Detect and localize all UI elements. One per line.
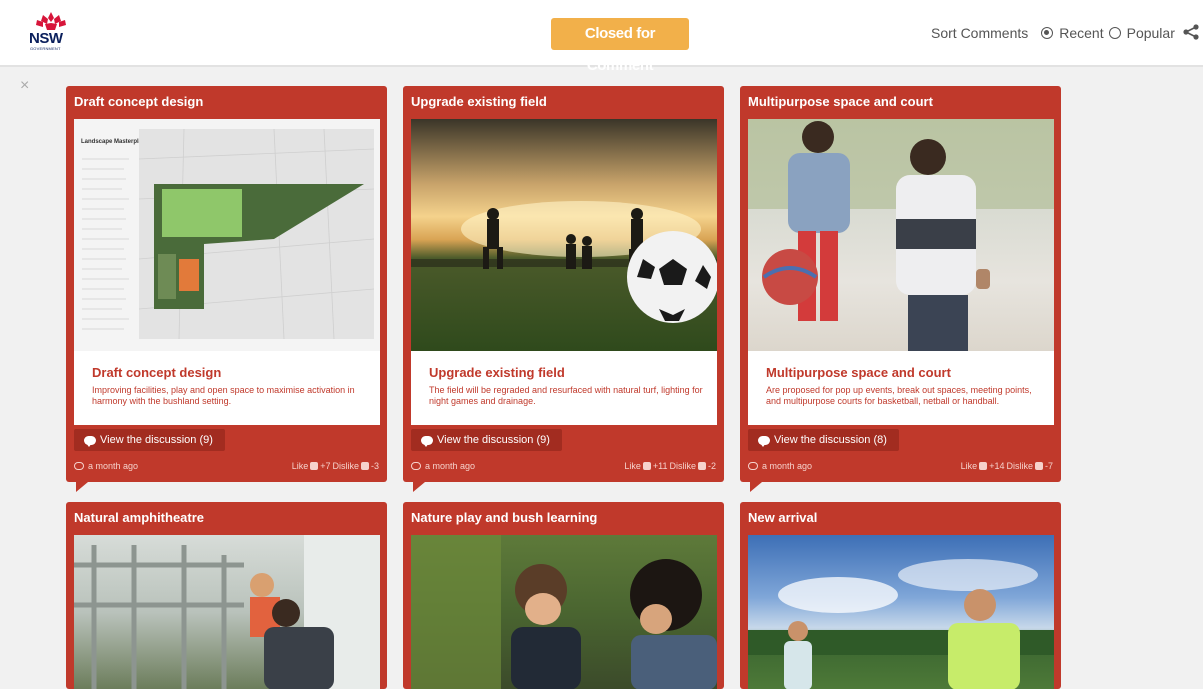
view-discussion-label: View the discussion (9) <box>437 434 550 446</box>
panel-title: Multipurpose space and court <box>766 365 951 380</box>
panel-title: Upgrade existing field <box>429 365 565 380</box>
panel-description: Are proposed for pop up events, break ou… <box>766 385 1032 406</box>
field-scene-drawing <box>411 201 717 323</box>
chat-bubble-icon <box>758 435 770 447</box>
card-title: Draft concept design <box>74 94 204 109</box>
like-dislike-bar: Like +14 Dislike -7 <box>961 461 1053 471</box>
card-title: New arrival <box>748 510 818 525</box>
view-discussion-button[interactable]: View the discussion (9) <box>74 429 225 451</box>
sort-popular-label[interactable]: Popular <box>1127 25 1175 41</box>
like-count: +7 <box>320 461 331 471</box>
sort-comments-label: Sort Comments <box>931 25 1029 41</box>
amphitheatre-photo[interactable] <box>74 535 380 689</box>
post-time: a month ago <box>74 461 138 471</box>
bush-scene-drawing <box>411 535 717 689</box>
football-field-photo <box>411 119 717 351</box>
chat-bubble-icon <box>84 435 96 447</box>
new-arrival-scene-drawing <box>748 559 1054 689</box>
card-title: Upgrade existing field <box>411 94 547 109</box>
like-dislike-bar: Like +7 Dislike -3 <box>292 461 379 471</box>
like-label[interactable]: Like <box>292 461 309 471</box>
card-pointer <box>76 482 88 492</box>
panel-title: Draft concept design <box>92 365 222 380</box>
basketball-players-photo <box>748 119 1054 351</box>
card-nature-play-and-bush-learning: Nature play and bush learning <box>403 502 724 689</box>
sort-recent-radio[interactable] <box>1041 27 1054 39</box>
card-new-arrival: New arrival <box>740 502 1061 689</box>
bush-learning-photo[interactable] <box>411 535 717 689</box>
sort-recent-label[interactable]: Recent <box>1059 25 1103 41</box>
view-discussion-button[interactable]: View the discussion (9) <box>411 429 562 451</box>
view-discussion-label: View the discussion (9) <box>100 434 213 446</box>
masterplan-drawing <box>82 128 375 340</box>
sort-comments-control: Sort Comments Recent Popular <box>931 22 1175 44</box>
card-pointer <box>413 482 425 492</box>
thumbs-down-icon[interactable] <box>360 462 369 470</box>
dislike-label[interactable]: Dislike <box>669 461 696 471</box>
thumbs-up-icon[interactable] <box>310 462 319 470</box>
like-count: +14 <box>989 461 1005 471</box>
post-time: a month ago <box>411 461 475 471</box>
share-icon[interactable] <box>1183 24 1199 40</box>
card-draft-concept-design: Draft concept design Landscape Masterpla… <box>66 86 387 492</box>
view-discussion-label: View the discussion (8) <box>774 434 887 446</box>
panel-description: Improving facilities, play and open spac… <box>92 385 355 406</box>
card-pointer <box>750 482 762 492</box>
thumbs-up-icon[interactable] <box>979 462 988 470</box>
thumbs-up-icon[interactable] <box>642 462 651 470</box>
like-count: +11 <box>652 461 668 471</box>
nsw-government-logo[interactable]: NSW GOVERNMENT <box>28 10 74 56</box>
card-content-panel[interactable]: Upgrade existing field The field will be… <box>411 119 717 425</box>
new-arrival-photo[interactable] <box>748 535 1054 689</box>
dislike-count: -7 <box>1044 461 1053 471</box>
amphitheatre-scene-drawing <box>74 535 380 689</box>
dislike-count: -2 <box>707 461 716 471</box>
dislike-count: -3 <box>370 461 379 471</box>
comment-icon <box>748 462 758 470</box>
thumbs-down-icon[interactable] <box>697 462 706 470</box>
panel-description: The field will be regraded and resurface… <box>429 385 703 406</box>
card-title: Nature play and bush learning <box>411 510 598 525</box>
chat-bubble-icon <box>421 435 433 447</box>
like-label[interactable]: Like <box>624 461 641 471</box>
like-label[interactable]: Like <box>961 461 978 471</box>
sort-popular-radio[interactable] <box>1108 27 1121 39</box>
post-time: a month ago <box>748 461 812 471</box>
landscape-masterplan-image: Landscape Masterplan <box>74 119 380 351</box>
card-title: Multipurpose space and court <box>748 94 933 109</box>
close-icon[interactable]: × <box>20 77 29 95</box>
post-time-label: a month ago <box>762 461 813 471</box>
comment-icon <box>411 462 421 470</box>
waratah-logo-icon <box>36 12 66 30</box>
court-scene-drawing <box>748 119 1054 351</box>
card-content-panel[interactable]: Landscape Masterplan Draft concept desig… <box>74 119 380 425</box>
logo-subtext: GOVERNMENT <box>30 46 61 51</box>
card-natural-amphitheatre: Natural amphitheatre <box>66 502 387 689</box>
post-time-label: a month ago <box>425 461 476 471</box>
card-multipurpose-space-and-court: Multipurpose space and court Multipurpos… <box>740 86 1061 492</box>
card-upgrade-existing-field: Upgrade existing field Upgrade existing … <box>403 86 724 492</box>
card-title: Natural amphitheatre <box>74 510 205 525</box>
logo-wordmark: NSW <box>29 30 63 47</box>
thumbs-down-icon[interactable] <box>1034 462 1043 470</box>
closed-for-comment-button[interactable]: Closed for Comment <box>551 18 689 74</box>
like-dislike-bar: Like +11 Dislike -2 <box>624 461 716 471</box>
dislike-label[interactable]: Dislike <box>1006 461 1033 471</box>
page-header: NSW GOVERNMENT Closed for Comment Sort C… <box>0 0 1203 74</box>
dislike-label[interactable]: Dislike <box>332 461 359 471</box>
post-time-label: a month ago <box>88 461 139 471</box>
view-discussion-button[interactable]: View the discussion (8) <box>748 429 899 451</box>
card-content-panel[interactable]: Multipurpose space and court Are propose… <box>748 119 1054 425</box>
comment-icon <box>74 462 84 470</box>
